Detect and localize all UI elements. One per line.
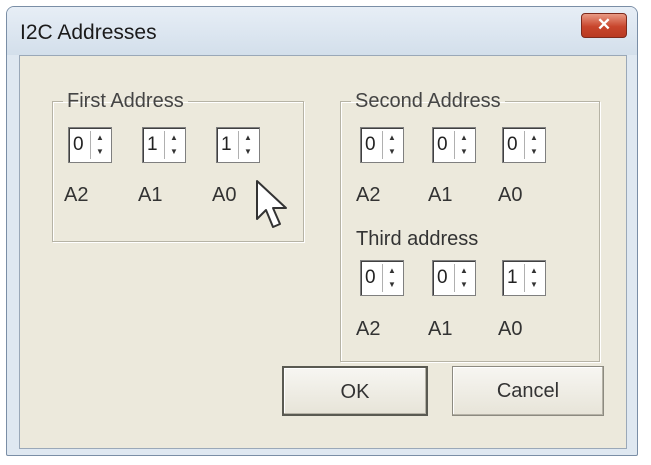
third-a0-spinner[interactable]: 1 ▲ ▼ xyxy=(502,260,546,296)
second-a2-spinner[interactable]: 0 ▲ ▼ xyxy=(360,127,404,163)
mouse-pointer-icon xyxy=(256,180,287,228)
third-a1-label: A1 xyxy=(428,318,453,340)
first-a2-spinner[interactable]: 0 ▲ ▼ xyxy=(68,127,112,163)
up-down-arrow-icon[interactable]: ▲ ▼ xyxy=(524,264,543,292)
first-a1-spinner[interactable]: 1 ▲ ▼ xyxy=(142,127,186,163)
spinner-value: 0 xyxy=(437,267,448,288)
second-a2-label: A2 xyxy=(356,184,381,206)
third-a2-label: A2 xyxy=(356,318,381,340)
up-down-arrow-icon[interactable]: ▲ ▼ xyxy=(164,131,183,159)
third-a0-label: A0 xyxy=(498,318,523,340)
title-bar[interactable]: I2C Addresses ✕ xyxy=(7,7,637,55)
spinner-value: 1 xyxy=(507,267,518,288)
window-title: I2C Addresses xyxy=(20,21,157,44)
second-address-legend: Second Address xyxy=(355,90,501,112)
up-down-arrow-icon[interactable]: ▲ ▼ xyxy=(382,131,401,159)
ok-button[interactable]: OK xyxy=(282,366,428,416)
close-button[interactable]: ✕ xyxy=(581,13,627,38)
third-a2-spinner[interactable]: 0 ▲ ▼ xyxy=(360,260,404,296)
up-down-arrow-icon[interactable]: ▲ ▼ xyxy=(90,131,109,159)
up-down-arrow-icon[interactable]: ▲ ▼ xyxy=(454,131,473,159)
dialog-window: I2C Addresses ✕ First Address 0 ▲ ▼ 1 ▲ ▼ … xyxy=(6,6,638,456)
dialog-body: First Address 0 ▲ ▼ 1 ▲ ▼ 1 ▲ ▼ A2 A1 A0 Se… xyxy=(19,55,627,449)
second-a1-label: A1 xyxy=(428,184,453,206)
spinner-value: 1 xyxy=(221,134,232,155)
close-icon: ✕ xyxy=(596,15,612,34)
spinner-value: 0 xyxy=(365,267,376,288)
first-address-legend: First Address xyxy=(67,90,184,112)
first-a0-spinner[interactable]: 1 ▲ ▼ xyxy=(216,127,260,163)
second-a1-spinner[interactable]: 0 ▲ ▼ xyxy=(432,127,476,163)
first-a1-label: A1 xyxy=(138,184,163,206)
second-a0-spinner[interactable]: 0 ▲ ▼ xyxy=(502,127,546,163)
spinner-value: 0 xyxy=(73,134,84,155)
spinner-value: 0 xyxy=(365,134,376,155)
up-down-arrow-icon[interactable]: ▲ ▼ xyxy=(238,131,257,159)
third-a1-spinner[interactable]: 0 ▲ ▼ xyxy=(432,260,476,296)
spinner-value: 0 xyxy=(507,134,518,155)
first-a0-label: A0 xyxy=(212,184,237,206)
up-down-arrow-icon[interactable]: ▲ ▼ xyxy=(454,264,473,292)
second-a0-label: A0 xyxy=(498,184,523,206)
third-address-heading: Third address xyxy=(356,228,479,250)
spinner-value: 1 xyxy=(147,134,158,155)
up-down-arrow-icon[interactable]: ▲ ▼ xyxy=(382,264,401,292)
up-down-arrow-icon[interactable]: ▲ ▼ xyxy=(524,131,543,159)
cancel-button[interactable]: Cancel xyxy=(452,366,604,416)
first-a2-label: A2 xyxy=(64,184,89,206)
spinner-value: 0 xyxy=(437,134,448,155)
